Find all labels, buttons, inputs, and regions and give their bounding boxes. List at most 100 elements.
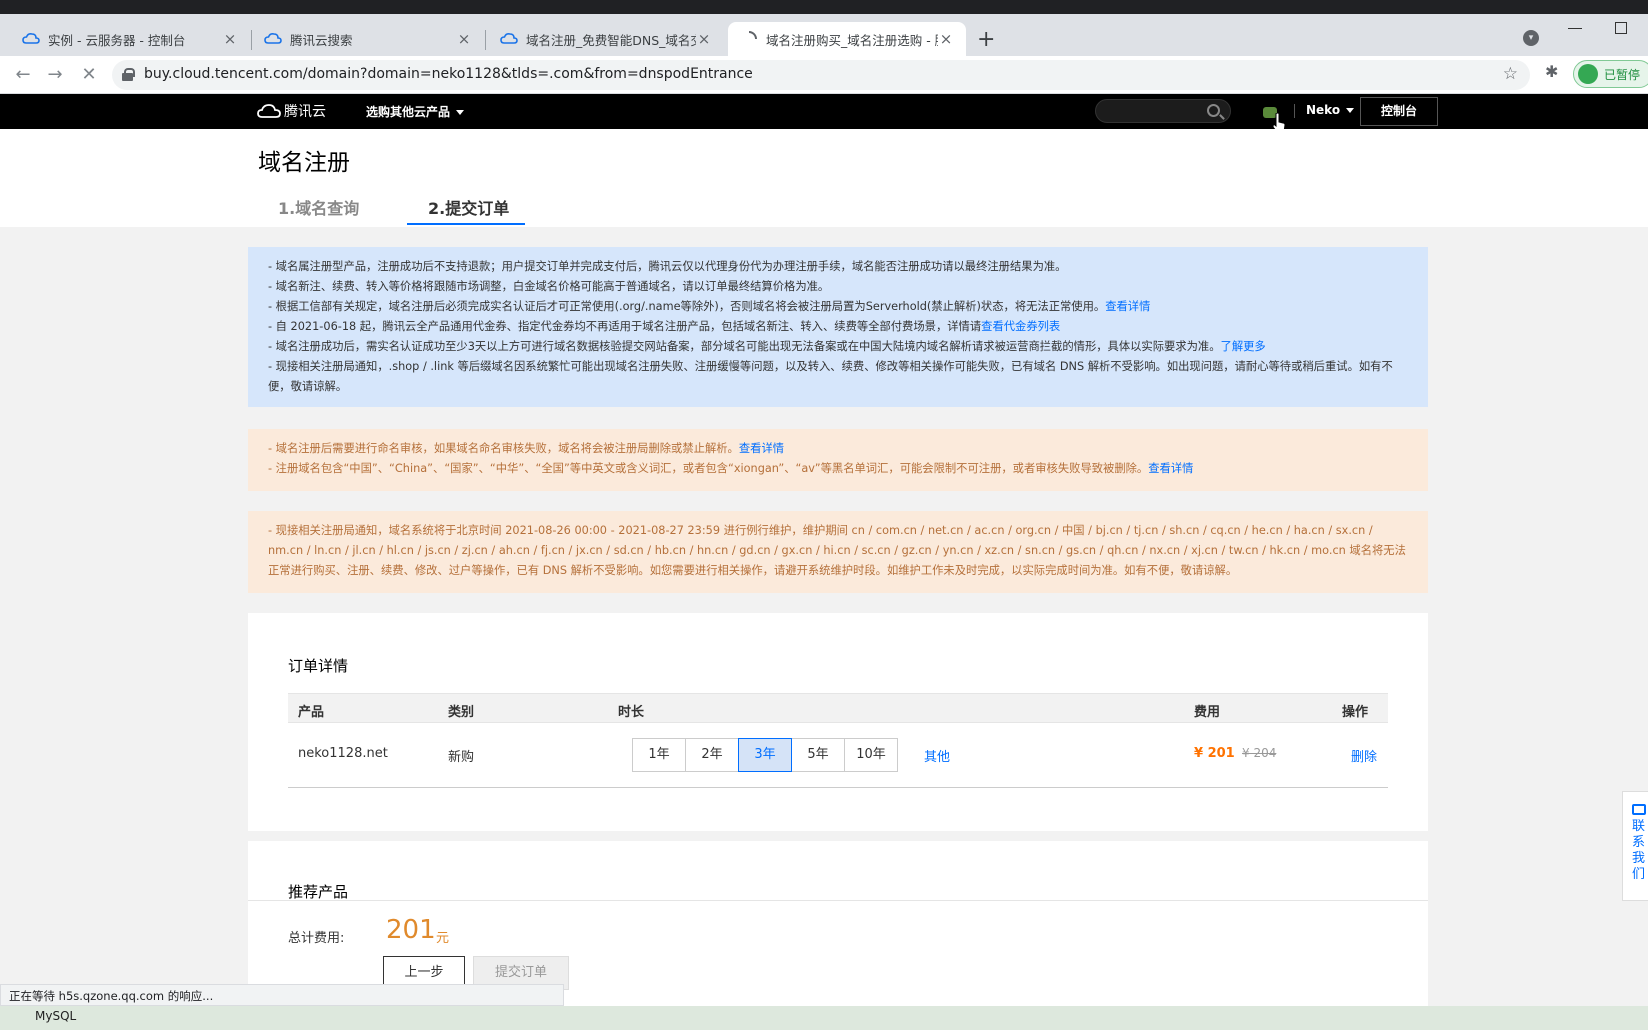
extensions-icon[interactable]: ✱ <box>1545 62 1558 81</box>
tab-title: 域名注册_免费智能DNS_域名交易 <box>526 32 696 48</box>
learn-more-link[interactable]: 了解更多 <box>1221 340 1266 353</box>
contact-us-label: 联系我们 <box>1632 819 1646 882</box>
total-label: 总计费用: <box>288 931 345 946</box>
address-bar-row: ← → ✕ buy.cloud.tencent.com/domain?domai… <box>0 56 1648 94</box>
notice-line: - 现接相关注册局通知，域名系统将于北京时间 2021-08-26 00:00 … <box>268 524 1406 577</box>
tab-close-icon[interactable]: × <box>938 30 954 48</box>
browser-tab-3[interactable]: 域名注册_免费智能DNS_域名交易 × <box>488 22 724 56</box>
duration-option-2y[interactable]: 2年 <box>685 738 739 772</box>
search-icon[interactable] <box>1207 104 1220 117</box>
browser-tab-1[interactable]: 实例 - 云服务器 - 控制台 × <box>10 22 250 56</box>
minimize-icon[interactable] <box>1568 28 1582 29</box>
chat-icon <box>1632 804 1646 815</box>
tab-close-icon[interactable]: × <box>456 30 472 48</box>
notice-line: - 域名属注册型产品，注册成功后不支持退款；用户提交订单并完成支付后，腾讯云仅以… <box>268 260 1067 273</box>
voucher-list-link[interactable]: 查看代金券列表 <box>981 320 1060 333</box>
order-details-title: 订单详情 <box>288 657 349 675</box>
notice-line: - 注册域名包含“中国”、“China”、“国家”、“中华”、“全国”等中英文或… <box>268 462 1194 475</box>
url-field[interactable]: buy.cloud.tencent.com/domain?domain=neko… <box>112 60 1530 90</box>
site-header: 腾讯云 选购其他云产品 Neko 控制台 <box>0 94 1648 129</box>
tencent-cloud-icon <box>500 33 518 44</box>
header-divider <box>1294 104 1295 118</box>
products-menu-label: 选购其他云产品 <box>366 105 451 119</box>
notice-line: - 域名新注、续费、转入等价格将跟随市场调整，白金域名价格可能高于普通域名，请以… <box>268 280 830 293</box>
taskbar: MySQL <box>0 1006 1648 1030</box>
total-unit: 元 <box>436 931 450 946</box>
products-menu[interactable]: 选购其他云产品 <box>366 103 465 120</box>
console-button[interactable]: 控制台 <box>1360 97 1438 126</box>
tencent-cloud-logo[interactable]: 腾讯云 <box>257 101 326 121</box>
page-title: 域名注册 <box>258 150 350 176</box>
url-text: buy.cloud.tencent.com/domain?domain=neko… <box>144 66 753 82</box>
step-submit-order: 2.提交订单 <box>428 199 510 218</box>
step-domain-search[interactable]: 1.域名查询 <box>278 195 359 219</box>
tab-separator <box>485 30 486 50</box>
tab-title: 实例 - 云服务器 - 控制台 <box>48 32 186 48</box>
column-header: 时长 <box>618 705 645 720</box>
notice-line: - 根据工信部有关规定，域名注册后必须完成实名认证后才可正常使用(.org/.n… <box>268 300 1151 313</box>
user-menu[interactable]: Neko <box>1306 103 1355 117</box>
new-tab-button[interactable]: + <box>977 27 995 52</box>
tencent-cloud-icon <box>22 33 40 44</box>
bookmark-star-icon[interactable]: ☆ <box>1503 64 1518 84</box>
active-step-indicator <box>407 223 525 225</box>
duration-option-5y[interactable]: 5年 <box>791 738 845 772</box>
profile-status-label: 已暂停 <box>1604 67 1641 82</box>
maximize-icon[interactable] <box>1615 22 1627 34</box>
contact-us-float[interactable]: 联系我们 <box>1622 791 1648 901</box>
column-header: 产品 <box>298 705 325 720</box>
browser-tab-2[interactable]: 腾讯云搜索 × <box>252 22 484 56</box>
page-header-area: 域名注册 1.域名查询 2.提交订单 <box>0 129 1648 227</box>
delete-link[interactable]: 删除 <box>1351 746 1377 765</box>
notice-line: - 域名注册成功后，需实名认证成功至少3天以上方可进行域名数据核验提交网站备案，… <box>268 340 1266 353</box>
loading-spinner-icon <box>748 31 757 40</box>
stop-icon[interactable]: ✕ <box>78 64 100 85</box>
detail-link[interactable]: 查看详情 <box>1105 300 1150 313</box>
order-details-card: 订单详情 产品 类别 时长 费用 操作 neko1128.net 新购 1年 2… <box>248 613 1428 831</box>
tab-close-icon[interactable]: × <box>222 30 238 48</box>
column-header: 操作 <box>1342 705 1369 720</box>
total-value: 201 <box>386 915 436 945</box>
page-content: 域名注册 1.域名查询 2.提交订单 - 域名属注册型产品，注册成功后不支持退款… <box>0 129 1648 1006</box>
price: ¥ 201 <box>1194 746 1235 761</box>
notice-orange-review: - 域名注册后需要进行命名审核，如果域名命名审核失败，域名将会被注册局删除或禁止… <box>248 429 1428 491</box>
table-row: neko1128.net 新购 1年 2年 3年 5年 10年 其他 ¥ 201… <box>288 723 1388 788</box>
tencent-cloud-icon <box>264 33 282 44</box>
detail-link[interactable]: 查看详情 <box>739 442 784 455</box>
original-price: ¥ 204 <box>1242 746 1277 760</box>
tab-title: 域名注册购买_域名注册选购 - 腾 <box>766 32 938 48</box>
tab-close-icon[interactable]: × <box>696 30 712 48</box>
back-icon[interactable]: ← <box>12 64 34 85</box>
avatar <box>1578 64 1598 84</box>
header-search-input[interactable] <box>1095 99 1231 123</box>
logo-text: 腾讯云 <box>284 104 326 120</box>
notice-blue: - 域名属注册型产品，注册成功后不支持退款；用户提交订单并完成支付后，腾讯云仅以… <box>248 247 1428 407</box>
order-table-header: 产品 类别 时长 费用 操作 <box>288 693 1388 723</box>
recommended-products-title: 推荐产品 <box>288 883 349 901</box>
duration-selector: 1年 2年 3年 5年 10年 <box>632 738 898 772</box>
browser-status-bar: 正在等待 h5s.qzone.qq.com 的响应... <box>0 984 564 1006</box>
other-duration-link[interactable]: 其他 <box>924 746 950 765</box>
profile-button[interactable]: 已暂停 <box>1573 60 1648 88</box>
taskbar-item-mysql[interactable]: MySQL <box>35 1009 76 1023</box>
notice-orange-maintenance: - 现接相关注册局通知，域名系统将于北京时间 2021-08-26 00:00 … <box>248 511 1428 593</box>
column-header: 类别 <box>448 705 475 720</box>
duration-option-3y-selected[interactable]: 3年 <box>738 738 792 772</box>
tab-search-icon[interactable]: ▾ <box>1523 30 1539 46</box>
chevron-down-icon <box>456 110 465 115</box>
notice-line: - 自 2021-06-18 起，腾讯云全产品通用代金券、指定代金券均不再适用于… <box>268 320 1061 333</box>
duration-option-1y[interactable]: 1年 <box>632 738 686 772</box>
browser-tab-4-active[interactable]: 域名注册购买_域名注册选购 - 腾 × <box>728 22 966 56</box>
forward-icon[interactable]: → <box>44 64 66 85</box>
notice-line: - 现接相关注册局通知，.shop / .link 等后缀域名因系统繁忙可能出现… <box>268 360 1393 393</box>
lock-icon <box>122 68 135 81</box>
notice-line: - 域名注册后需要进行命名审核，如果域名命名审核失败，域名将会被注册局删除或禁止… <box>268 442 785 455</box>
chevron-down-icon <box>1346 108 1355 113</box>
order-category: 新购 <box>448 750 475 765</box>
user-name: Neko <box>1306 103 1341 117</box>
tab-title: 腾讯云搜索 <box>290 32 353 48</box>
detail-link[interactable]: 查看详情 <box>1148 462 1193 475</box>
duration-option-10y[interactable]: 10年 <box>844 738 898 772</box>
cloud-logo-icon <box>257 104 281 118</box>
column-header: 费用 <box>1194 705 1221 720</box>
